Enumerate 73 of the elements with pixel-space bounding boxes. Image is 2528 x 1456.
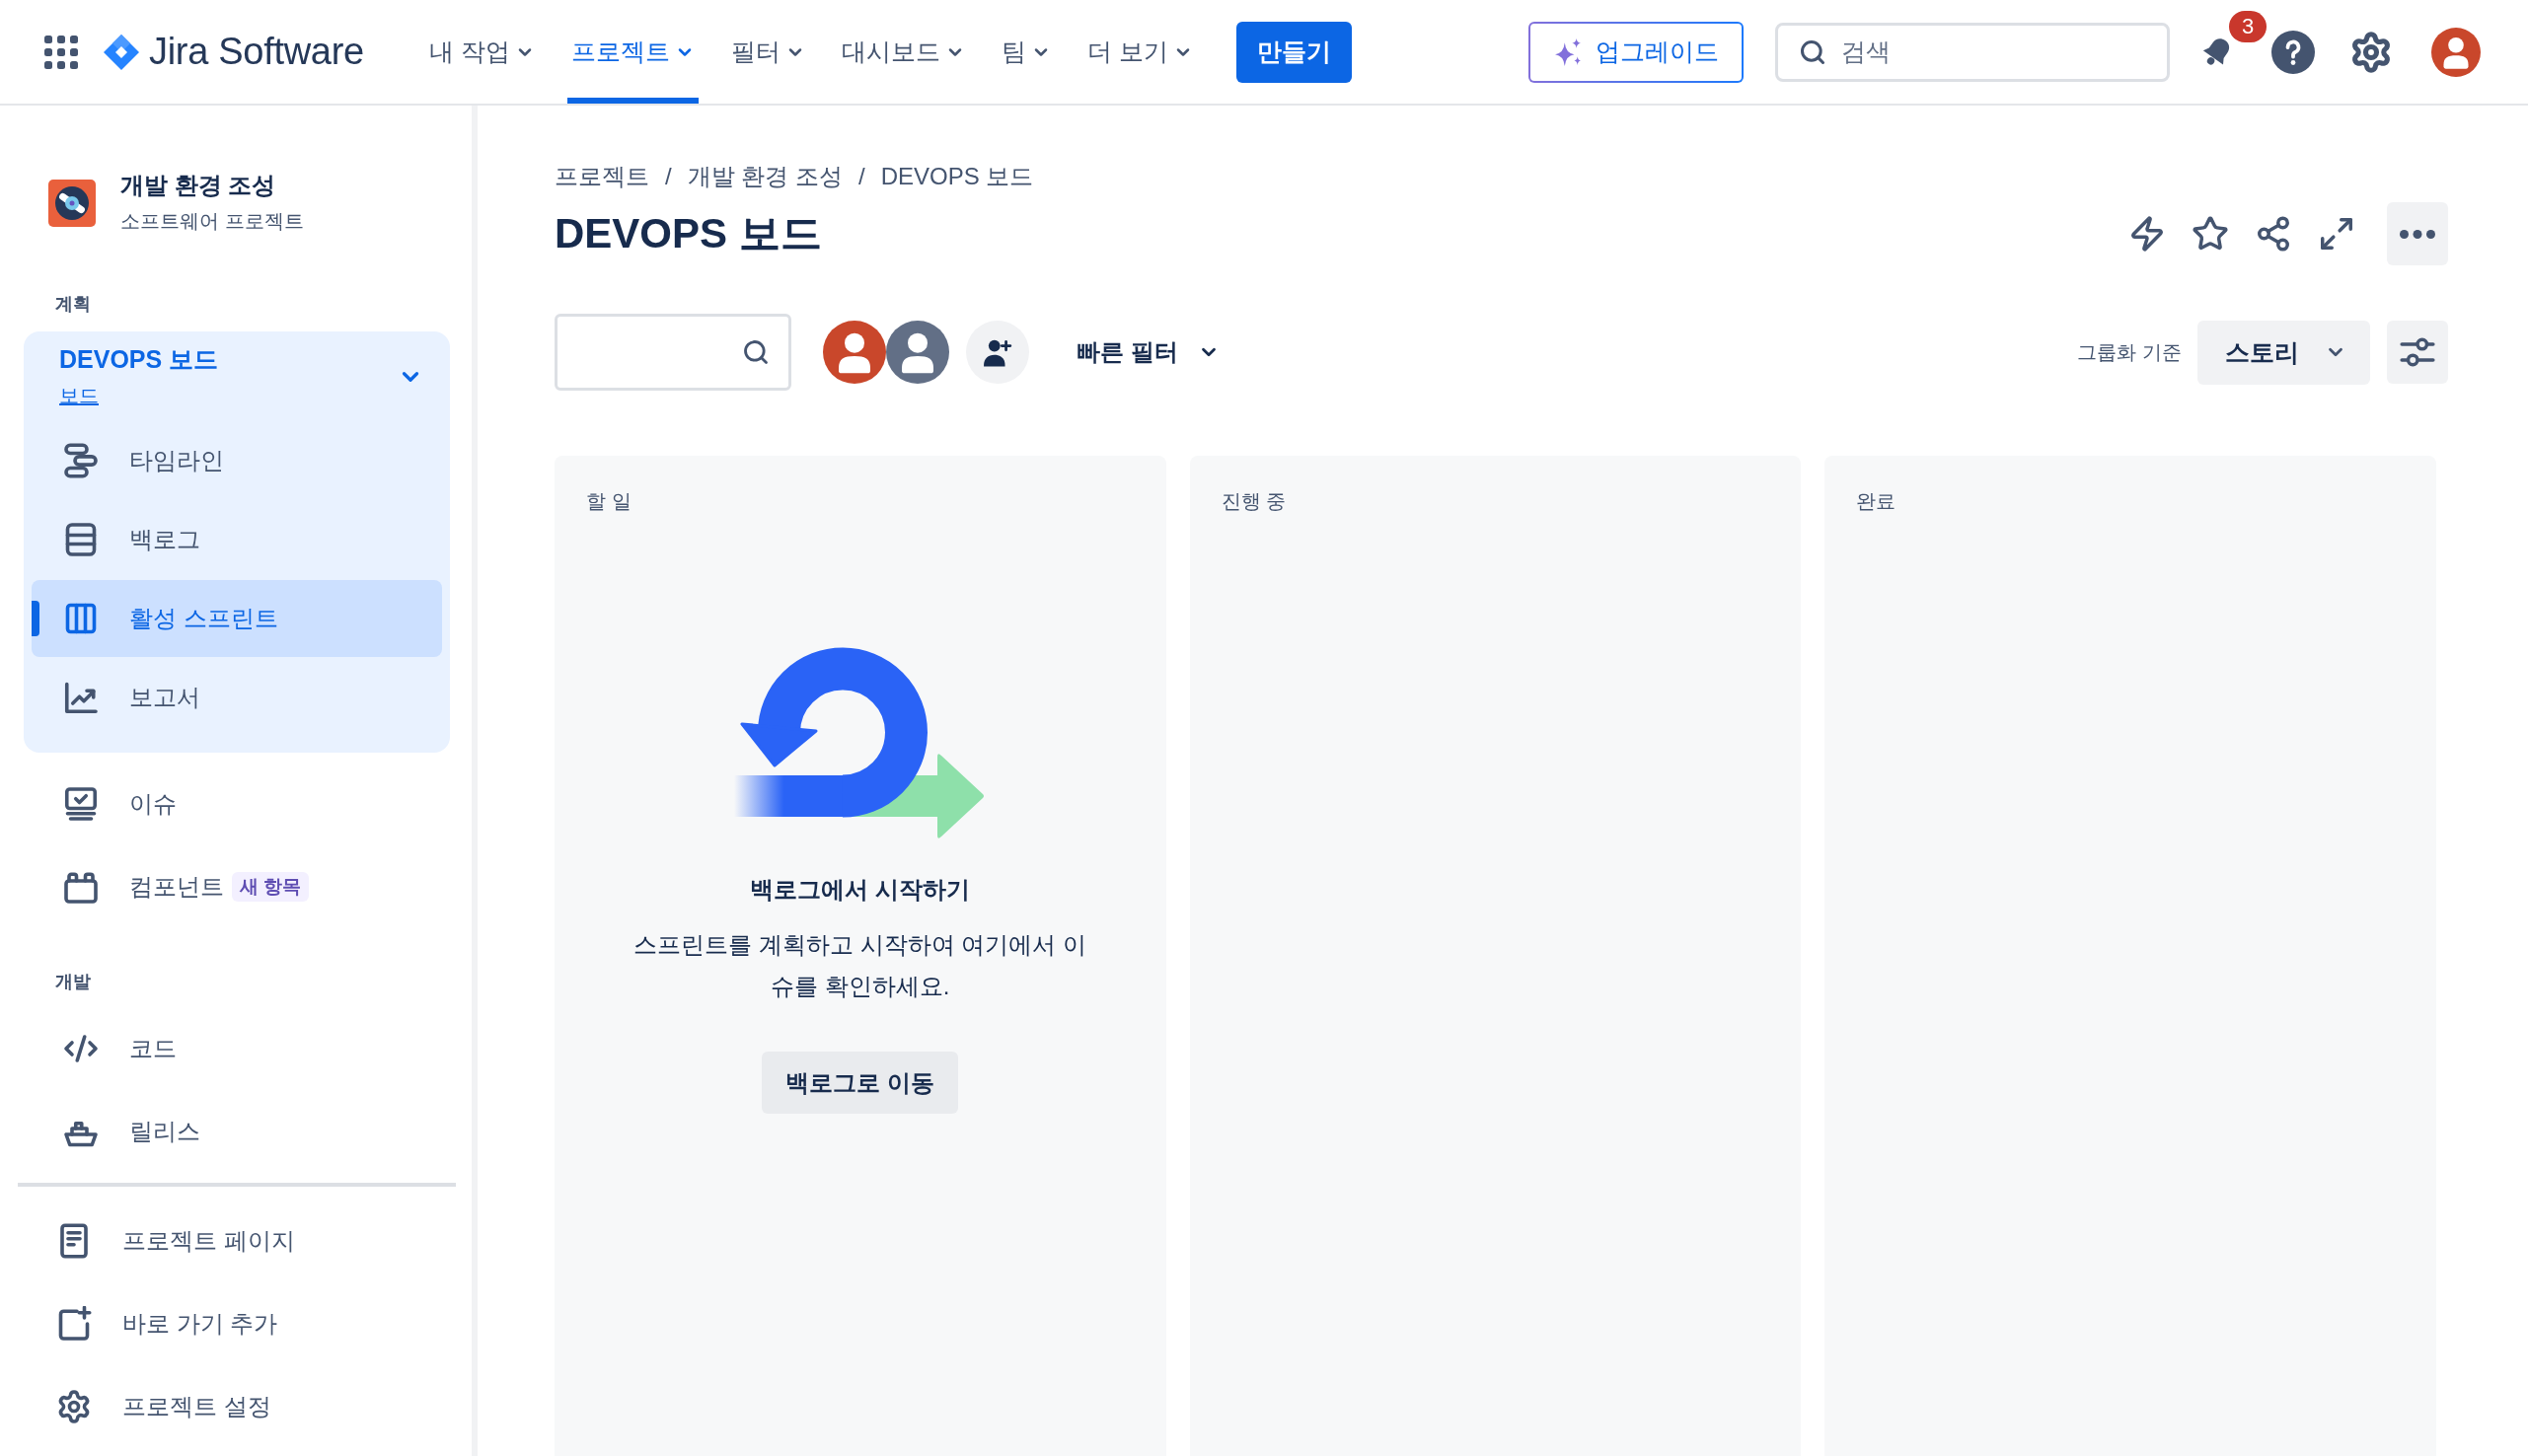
lightning-icon[interactable] bbox=[2128, 215, 2166, 253]
page-title: DEVOPS 보드 bbox=[555, 209, 822, 258]
component-block-icon bbox=[63, 869, 99, 905]
board-search-field[interactable] bbox=[555, 314, 791, 391]
quick-filter-button[interactable]: 빠른 필터 bbox=[1069, 323, 1227, 382]
project-type: 소프트웨어 프로젝트 bbox=[120, 209, 304, 234]
breadcrumb-link[interactable]: 개발 환경 조성 bbox=[687, 162, 843, 191]
user-avatar-icon[interactable] bbox=[2431, 27, 2481, 77]
create-button[interactable]: 만들기 bbox=[1235, 21, 1352, 83]
sidebar-item[interactable]: 활성 스프린트 bbox=[32, 580, 442, 657]
expand-arrows-icon[interactable] bbox=[2318, 215, 2355, 253]
search-icon bbox=[742, 338, 770, 366]
sidebar-item[interactable]: 릴리스 bbox=[32, 1092, 442, 1171]
monitor-check-icon bbox=[63, 786, 99, 822]
sidebar-item[interactable]: 타임라인 bbox=[32, 422, 442, 499]
app-grid-icon[interactable] bbox=[44, 35, 78, 69]
more-button[interactable] bbox=[2387, 202, 2448, 265]
ellipsis-icon bbox=[2400, 229, 2435, 239]
backlog-icon bbox=[63, 522, 99, 557]
empty-state-description: 스프린트를 계획하고 시작하여 여기에서 이슈를 확인하세요. bbox=[632, 930, 1088, 1001]
breadcrumb-link[interactable]: DEVOPS 보드 bbox=[880, 162, 1034, 191]
nav-menu-button[interactable]: 내 작업 bbox=[424, 0, 539, 104]
breadcrumb-link[interactable]: 프로젝트 bbox=[555, 162, 649, 191]
column-title: 완료 bbox=[1856, 489, 1896, 513]
sidebar-item[interactable]: 이슈 bbox=[32, 764, 442, 843]
view-settings-button[interactable] bbox=[2387, 321, 2448, 384]
search-icon bbox=[1799, 37, 1826, 66]
sidebar-item[interactable]: 보고서 bbox=[32, 659, 442, 736]
breadcrumb-separator: / bbox=[665, 162, 672, 191]
selection-bar bbox=[32, 601, 39, 636]
group-by-dropdown[interactable]: 스토리 bbox=[2197, 320, 2370, 385]
share-icon[interactable] bbox=[2255, 215, 2292, 253]
nav-menu-button[interactable]: 더 보기 bbox=[1082, 0, 1197, 104]
sparkle-icon bbox=[1553, 37, 1582, 66]
group-by-label: 그룹화 기준 bbox=[2077, 339, 2182, 365]
add-person-icon bbox=[983, 337, 1012, 367]
upgrade-button[interactable]: 업그레이드 bbox=[1528, 21, 1744, 83]
user-avatar-icon[interactable] bbox=[886, 321, 949, 384]
sidebar-item[interactable]: 컴포넌트 새 항목 bbox=[32, 847, 442, 926]
nav-menu-button[interactable]: 프로젝트 bbox=[566, 0, 699, 104]
star-icon[interactable] bbox=[2192, 215, 2229, 253]
sidebar-item[interactable]: 프로젝트 페이지 bbox=[25, 1201, 435, 1280]
sidebar-item[interactable]: 코드 bbox=[32, 1009, 442, 1088]
board-name[interactable]: DEVOPS 보드 bbox=[59, 344, 219, 374]
notification-count-badge: 3 bbox=[2229, 10, 2267, 42]
project-name: 개발 환경 조성 bbox=[120, 171, 276, 200]
column-title: 진행 중 bbox=[1221, 489, 1287, 513]
sidebar-item[interactable]: 백로그 bbox=[32, 501, 442, 578]
breadcrumb-separator: / bbox=[858, 162, 865, 191]
section-heading: 계획 bbox=[55, 293, 91, 316]
empty-state-title: 백로그에서 시작하기 bbox=[750, 875, 971, 905]
settings-icon bbox=[56, 1389, 92, 1424]
nav-menu-button[interactable]: 팀 bbox=[997, 0, 1055, 104]
user-avatar-icon[interactable] bbox=[823, 321, 886, 384]
timeline-icon bbox=[63, 443, 99, 478]
help-icon[interactable] bbox=[2271, 30, 2315, 74]
search-field[interactable]: 검색 bbox=[1775, 22, 2170, 82]
new-badge: 새 항목 bbox=[232, 872, 310, 902]
section-heading: 개발 bbox=[55, 971, 91, 993]
backlog-button[interactable]: 백로그로 이동 bbox=[762, 1052, 959, 1114]
board-columns-icon bbox=[63, 601, 99, 636]
settings-icon[interactable] bbox=[2349, 30, 2393, 74]
product-name[interactable]: Jira Software bbox=[149, 31, 364, 73]
trend-chart-icon bbox=[63, 680, 99, 715]
board-type-link[interactable]: 보드 bbox=[59, 383, 99, 408]
sidebar-item[interactable]: 프로젝트 설정 bbox=[25, 1367, 435, 1446]
add-shortcut-icon bbox=[56, 1306, 92, 1342]
column-title: 할 일 bbox=[586, 489, 632, 513]
nav-menu-button[interactable]: 대시보드 bbox=[837, 0, 969, 104]
sidebar-item[interactable]: 바로 가기 추가 bbox=[25, 1284, 435, 1363]
nav-menu-button[interactable]: 필터 bbox=[726, 0, 809, 104]
project-avatar-icon bbox=[48, 179, 96, 227]
diamond-logo-icon[interactable] bbox=[104, 34, 139, 70]
